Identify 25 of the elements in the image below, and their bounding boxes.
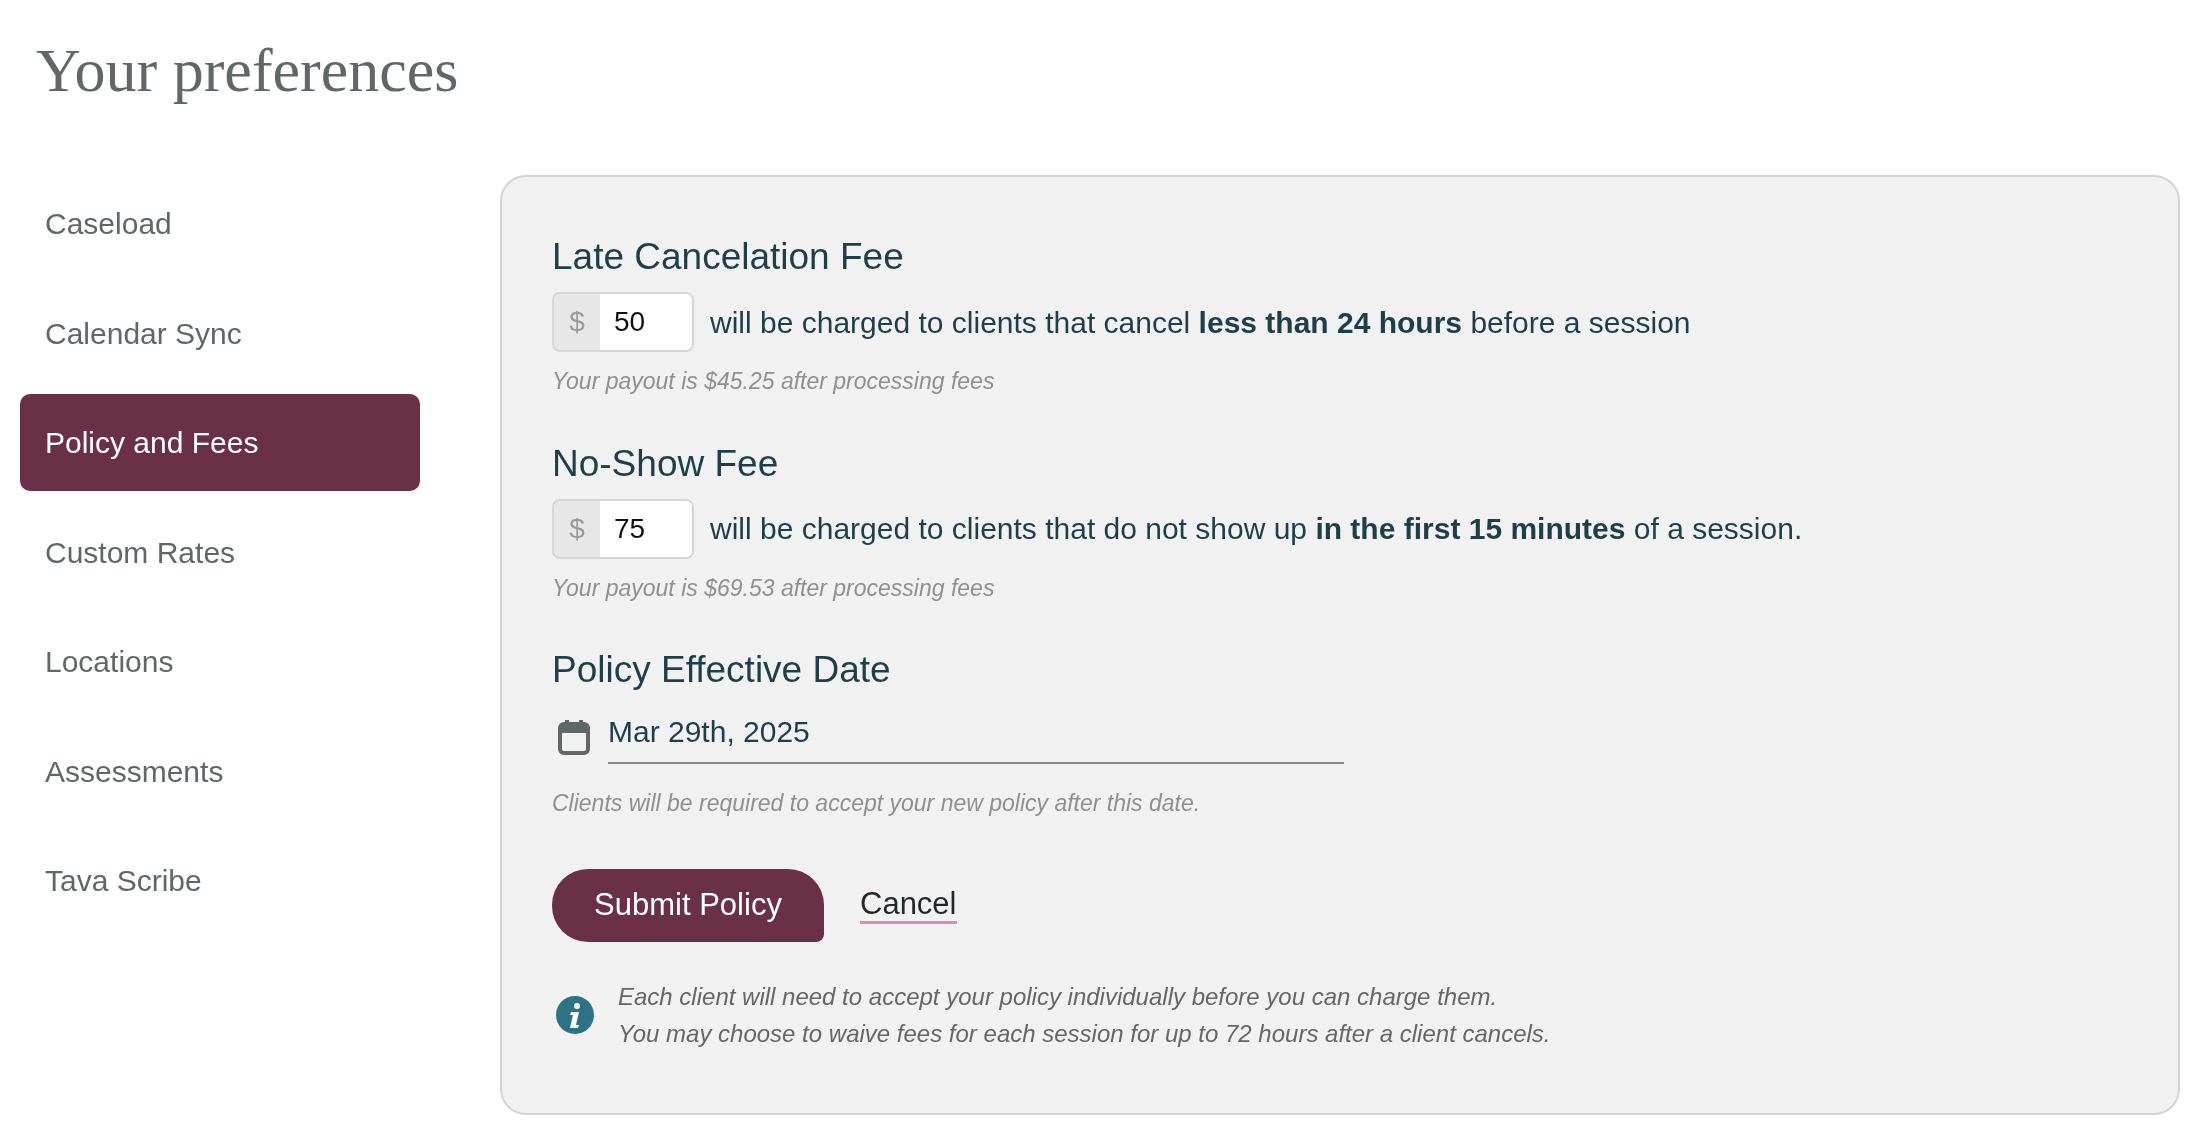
sidebar-item[interactable]: Assessments bbox=[20, 722, 420, 820]
fee-description: will be charged to clients that do not show up in the first 15 minutes of a session. bbox=[710, 511, 1803, 547]
info-icon bbox=[556, 995, 594, 1034]
sidebar-item[interactable]: Calendar Sync bbox=[20, 284, 420, 382]
sidebar-item[interactable]: Caseload bbox=[20, 175, 420, 272]
sidebar-item[interactable]: Tava Scribe bbox=[20, 832, 420, 929]
info-text: Each client will need to accept your policy individually before you can charge them. bbox=[618, 981, 1499, 1012]
section-heading: Late Cancelation Fee bbox=[552, 235, 905, 279]
submit-button[interactable]: Submit Policy bbox=[552, 868, 824, 942]
fee-description: will be charged to clients that cancel less than 24 hours before a session bbox=[710, 304, 1691, 341]
cancel-link[interactable]: Cancel bbox=[860, 886, 957, 924]
page-title: Your preferences bbox=[36, 35, 459, 106]
fee-field[interactable]: $ 75 bbox=[552, 498, 694, 559]
info-text: You may choose to waive fees for each session for up to 72 hours after a client cancels. bbox=[618, 1018, 1551, 1049]
calendar-icon bbox=[558, 718, 590, 755]
sidebar-item[interactable]: Custom Rates bbox=[20, 503, 420, 601]
section-heading: Policy Effective Date bbox=[552, 648, 892, 692]
date-field[interactable]: Mar 29th, 2025 bbox=[608, 709, 1344, 764]
payout-hint: Your payout is $69.53 after processing fees bbox=[552, 573, 996, 603]
sidebar-item[interactable]: Policy and Fees bbox=[20, 394, 420, 491]
sidebar-item[interactable]: Locations bbox=[20, 613, 420, 710]
payout-hint: Your payout is $45.25 after processing fees bbox=[552, 367, 996, 396]
section-heading: No-Show Fee bbox=[552, 441, 780, 486]
date-hint: Clients will be required to accept your new policy after this date. bbox=[552, 789, 1202, 818]
fee-field[interactable]: $ 50 bbox=[552, 292, 694, 352]
